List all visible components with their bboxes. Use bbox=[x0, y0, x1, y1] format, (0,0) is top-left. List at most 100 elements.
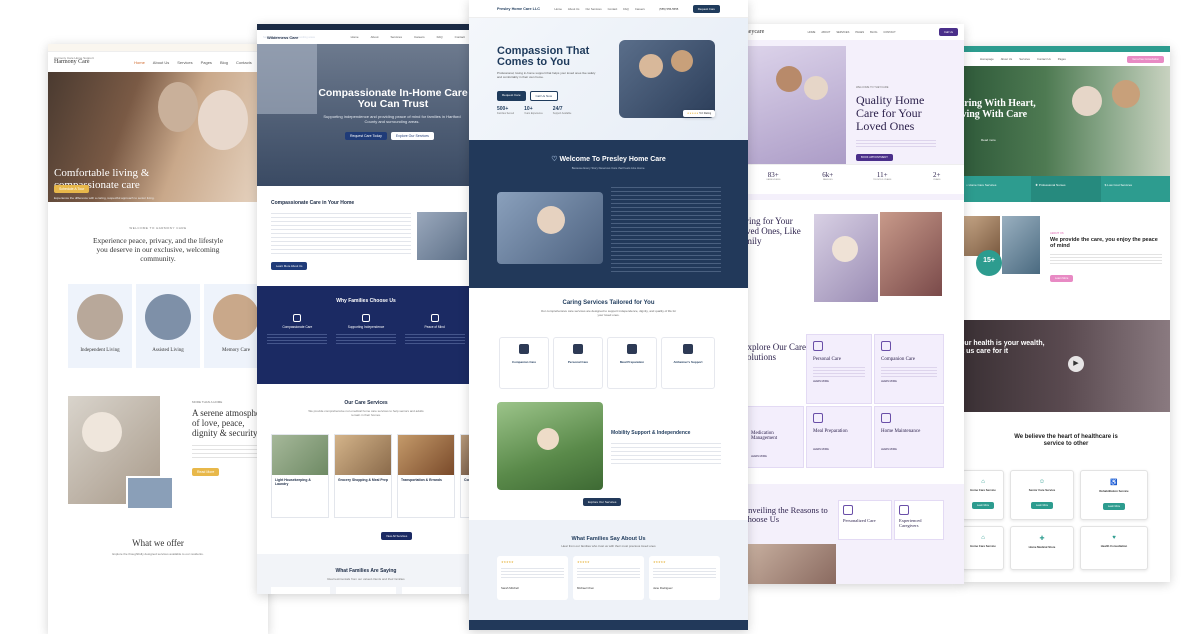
nav-blog[interactable]: BLOG bbox=[870, 31, 877, 34]
service-card[interactable]: ⌂ Home Care Service Learn More bbox=[962, 470, 1004, 520]
heart-icon bbox=[843, 505, 853, 515]
nav-home[interactable]: HOME bbox=[808, 31, 816, 34]
service-learn-more-button[interactable]: Learn More bbox=[1030, 502, 1054, 509]
solution-card-maintenance[interactable]: Home Maintenance LEARN MORE bbox=[874, 406, 944, 468]
read-more-button[interactable]: Read More bbox=[192, 468, 220, 476]
testimonial-author: Jane Rodriguez bbox=[653, 586, 673, 590]
nav-about[interactable]: About bbox=[371, 35, 379, 39]
header: Wilderness Care Home About Services Care… bbox=[257, 30, 475, 44]
service-card-meal[interactable]: Meal Preparation bbox=[607, 337, 657, 389]
request-care-button[interactable]: Request Care Today bbox=[345, 132, 387, 140]
service-card[interactable]: Grocery Shopping & Meal Prep bbox=[334, 434, 392, 518]
explore-services-button[interactable]: Explore Our Services bbox=[390, 132, 434, 140]
request-care-button[interactable]: Request Care bbox=[497, 91, 526, 101]
service-card[interactable]: ✚ Home Medical Store bbox=[1010, 526, 1074, 570]
nav-services[interactable]: Services bbox=[390, 35, 402, 39]
learn-more-button[interactable]: Learn More About Us bbox=[271, 262, 308, 270]
consultation-button[interactable]: Get a free Consultation bbox=[1127, 55, 1164, 63]
hero: Compassion That Comes to You Professiona… bbox=[469, 18, 748, 140]
nav-faq[interactable]: FAQ bbox=[623, 7, 629, 11]
nav-pages[interactable]: Pages bbox=[201, 60, 212, 65]
service-card[interactable]: ☺ Senior Care Service Learn More bbox=[1010, 470, 1074, 520]
hero: Comfortable living & compassionate care … bbox=[48, 72, 268, 202]
nav-contact[interactable]: CONTACT bbox=[883, 31, 895, 34]
read-more-button[interactable]: Read more bbox=[976, 136, 1001, 144]
call-us-button[interactable]: Call Us bbox=[938, 28, 958, 36]
nav-home[interactable]: Home bbox=[134, 60, 145, 65]
solution-card-personal[interactable]: Personal Care LEARN MORE bbox=[806, 334, 872, 404]
nav-about[interactable]: About Us bbox=[153, 60, 169, 65]
nav-contact[interactable]: Contact Us bbox=[1037, 57, 1051, 61]
view-all-services-button[interactable]: View All Services bbox=[381, 532, 413, 540]
card-independent-living[interactable]: Independent Living bbox=[68, 284, 132, 368]
service-card[interactable]: Transportation & Errands bbox=[397, 434, 455, 518]
phone-number[interactable]: (555) 555-5555 bbox=[659, 7, 678, 11]
logo[interactable]: Harmony Care bbox=[54, 59, 90, 65]
learn-more-link[interactable]: LEARN MORE bbox=[881, 380, 937, 383]
about-section: ABOUT US We provide the care, you enjoy … bbox=[1050, 232, 1162, 284]
play-icon[interactable]: ▶ bbox=[1068, 356, 1084, 372]
solution-label: Personal Care bbox=[813, 357, 841, 362]
reasons-photo bbox=[746, 544, 836, 584]
hero-photo bbox=[746, 46, 846, 176]
nav-about[interactable]: About Us bbox=[568, 7, 580, 11]
nav-careers[interactable]: Careers bbox=[414, 35, 425, 39]
learn-more-link[interactable]: LEARN MORE bbox=[751, 455, 797, 458]
learn-more-button[interactable]: Learn More bbox=[1050, 275, 1074, 282]
service-learn-more-button[interactable]: Learn More bbox=[1102, 503, 1126, 510]
nav-contacts[interactable]: Contacts bbox=[236, 60, 252, 65]
nav-services[interactable]: SERVICES bbox=[836, 31, 849, 34]
call-us-button[interactable]: Call Us Now bbox=[529, 91, 559, 101]
nav-about[interactable]: ABOUT bbox=[821, 31, 830, 34]
learn-more-link[interactable]: LEARN MORE bbox=[881, 448, 937, 451]
service-card[interactable]: ⌂ Home Care Service bbox=[962, 526, 1004, 570]
nav-blog[interactable]: Blog bbox=[220, 60, 228, 65]
service-card-alzheimers[interactable]: Alzheimer's Support bbox=[661, 337, 715, 389]
service-card[interactable]: ♿ Rehabilitation Service Learn More bbox=[1080, 470, 1148, 520]
belief-section: We believe the heart of healthcare is se… bbox=[962, 434, 1170, 448]
nav-careers[interactable]: Careers bbox=[635, 7, 645, 11]
book-appointment-button[interactable]: BOOK APPOINTMENT bbox=[856, 154, 893, 161]
solution-label: Home Maintenance bbox=[881, 429, 921, 434]
testimonial-card: ★★★★★ Jane Rodriguez bbox=[649, 556, 720, 600]
solution-card-medication[interactable]: Medication Management LEARN MORE bbox=[746, 406, 804, 468]
explore-services-button[interactable]: Explore Our Services bbox=[583, 498, 622, 506]
logo[interactable]: Wilderness Care bbox=[267, 35, 298, 40]
solution-card-meal[interactable]: Meal Preparation LEARN MORE bbox=[806, 406, 872, 468]
service-card[interactable]: ♥ Health Consultation bbox=[1080, 526, 1148, 570]
service-card-personal[interactable]: Personal Care bbox=[553, 337, 603, 389]
testimonial-cards bbox=[257, 581, 475, 594]
welcome-title-text: Welcome To Presley Home Care bbox=[559, 156, 666, 163]
hero-photo-face-2 bbox=[671, 50, 693, 72]
learn-more-link[interactable]: LEARN MORE bbox=[813, 448, 865, 451]
nav-services[interactable]: Services bbox=[177, 60, 192, 65]
service-learn-more-button[interactable]: Learn More bbox=[971, 502, 995, 509]
nav-contact[interactable]: Contact bbox=[455, 35, 465, 39]
senior-icon: ☺ bbox=[1038, 479, 1046, 485]
why-item-text bbox=[404, 332, 465, 344]
care-photo-2 bbox=[880, 212, 942, 296]
nav-home[interactable]: Home bbox=[554, 7, 561, 11]
schedule-tour-button[interactable]: Schedule A Tour bbox=[54, 185, 90, 193]
learn-more-link[interactable]: LEARN MORE bbox=[813, 380, 865, 383]
nav-pages[interactable]: PAGES bbox=[855, 31, 864, 34]
nav-pages[interactable]: Pages bbox=[1058, 57, 1066, 61]
request-care-nav-button[interactable]: Request Care bbox=[692, 4, 720, 13]
star-icon: ★★★★★ bbox=[501, 560, 514, 564]
hero-photo-face-2 bbox=[804, 76, 828, 100]
card-assisted-living[interactable]: Assisted Living bbox=[136, 284, 200, 368]
nav-faq[interactable]: FAQ bbox=[437, 35, 443, 39]
nav-home[interactable]: Home bbox=[351, 35, 359, 39]
nav-services[interactable]: Our Services bbox=[585, 7, 601, 11]
logo[interactable]: theycare bbox=[746, 29, 764, 35]
solution-card-companion[interactable]: Companion Care LEARN MORE bbox=[874, 334, 944, 404]
service-label: Meal Preparation bbox=[619, 360, 645, 364]
nav-services[interactable]: Services bbox=[1019, 57, 1030, 61]
nav-about[interactable]: About Us bbox=[1001, 57, 1013, 61]
nav-homepage[interactable]: Homepage bbox=[980, 57, 994, 61]
service-card[interactable]: Light Housekeeping & Laundry bbox=[271, 434, 329, 518]
stat-number: 83+ bbox=[767, 171, 779, 179]
nav-contact[interactable]: Contact bbox=[608, 7, 618, 11]
service-card-companion[interactable]: Companion Care bbox=[499, 337, 549, 389]
logo[interactable]: Presley Home Care LLC bbox=[497, 7, 540, 11]
